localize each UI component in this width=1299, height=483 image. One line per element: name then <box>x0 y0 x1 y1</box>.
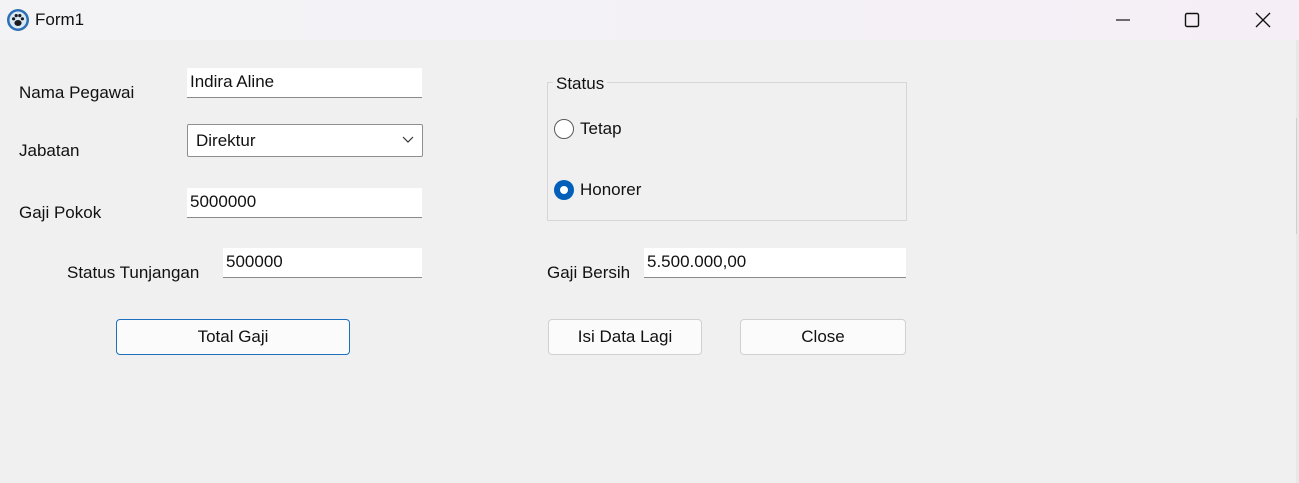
total-gaji-button[interactable]: Total Gaji <box>116 319 350 355</box>
close-button[interactable]: Close <box>740 319 906 355</box>
app-icon <box>7 9 29 31</box>
gaji-pokok-input[interactable]: 5000000 <box>187 188 422 218</box>
gaji-bersih-label: Gaji Bersih <box>547 263 631 282</box>
nama-pegawai-label: Nama Pegawai <box>19 83 135 102</box>
minimize-button[interactable] <box>1088 0 1158 40</box>
status-tunjangan-input[interactable]: 500000 <box>223 248 422 278</box>
nama-pegawai-input[interactable]: Indira Aline <box>187 68 422 98</box>
status-tunjangan-label: Status Tunjangan <box>67 263 200 282</box>
close-icon <box>1255 12 1271 28</box>
radio-tetap-circle[interactable] <box>554 119 574 139</box>
title-bar: Form1 <box>0 0 1299 40</box>
minimize-icon <box>1116 19 1130 21</box>
status-groupbox <box>547 82 907 221</box>
radio-honorer-label: Honorer <box>580 180 642 199</box>
radio-honorer-circle[interactable] <box>554 180 574 200</box>
jabatan-selected-value: Direktur <box>196 131 256 150</box>
isi-data-lagi-button[interactable]: Isi Data Lagi <box>548 319 702 355</box>
close-window-button[interactable] <box>1228 0 1298 40</box>
maximize-icon <box>1184 12 1200 28</box>
jabatan-dropdown[interactable]: Direktur <box>187 124 423 157</box>
maximize-button[interactable] <box>1157 0 1227 40</box>
window-title: Form1 <box>35 10 85 29</box>
gaji-pokok-label: Gaji Pokok <box>19 203 102 222</box>
radio-tetap-label: Tetap <box>580 119 622 138</box>
status-group-title: Status <box>553 74 608 94</box>
gaji-bersih-output[interactable]: 5.500.000,00 <box>644 248 906 278</box>
jabatan-label: Jabatan <box>19 141 80 160</box>
chevron-down-icon <box>402 136 414 143</box>
